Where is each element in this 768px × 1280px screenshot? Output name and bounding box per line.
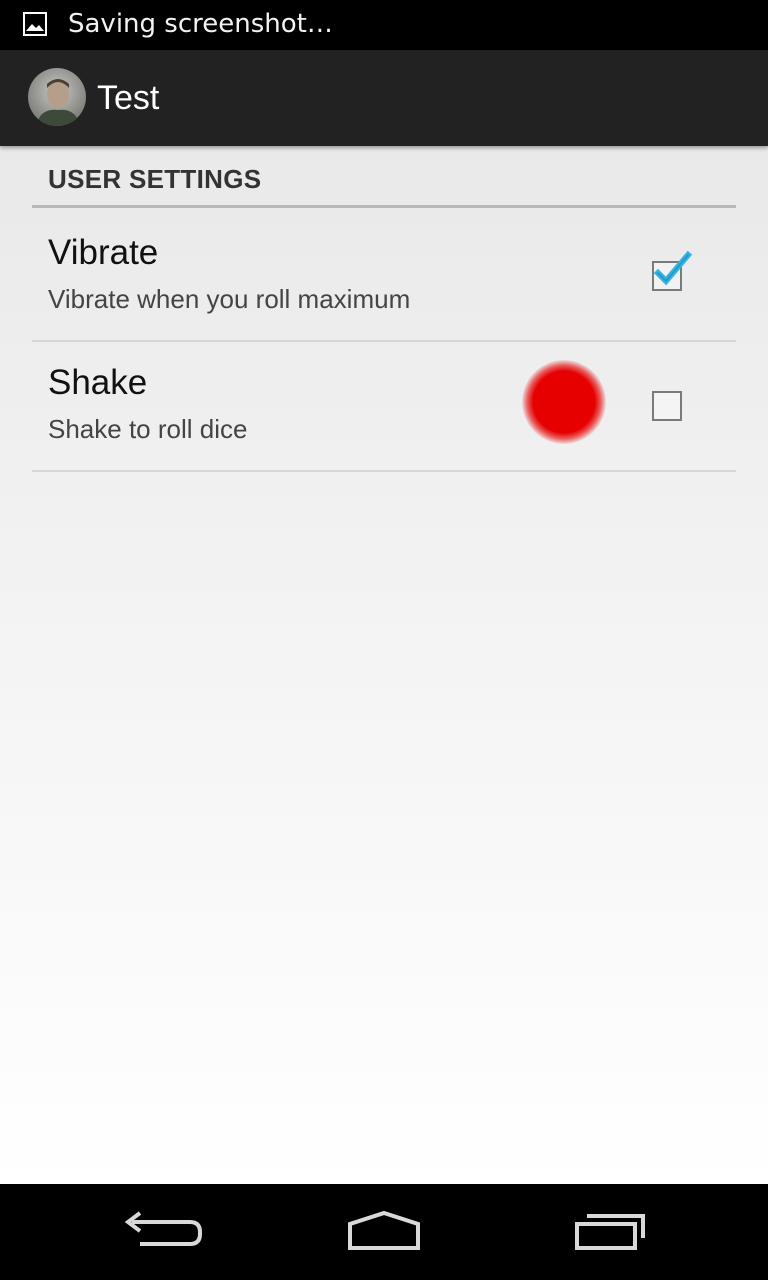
settings-list: USER SETTINGS Vibrate Vibrate when you r…	[0, 146, 768, 1184]
action-bar: Test	[0, 50, 768, 146]
vibrate-checkbox[interactable]	[652, 250, 693, 291]
status-notification-text: Saving screenshot…	[68, 9, 333, 39]
back-icon	[124, 1211, 202, 1246]
app-title: Test	[97, 79, 160, 117]
preference-title: Vibrate	[48, 233, 159, 272]
row-divider	[32, 470, 736, 472]
touch-indicator	[522, 360, 606, 444]
preference-title: Shake	[48, 363, 148, 402]
preference-shake[interactable]: Shake Shake to roll dice	[32, 340, 736, 470]
status-bar: Saving screenshot…	[0, 0, 768, 50]
preference-summary: Vibrate when you roll maximum	[48, 284, 411, 314]
category-header: USER SETTINGS	[48, 164, 262, 194]
avatar[interactable]	[28, 68, 86, 126]
image-icon	[23, 12, 47, 36]
preference-vibrate[interactable]: Vibrate Vibrate when you roll maximum	[32, 210, 736, 340]
checkmark-icon	[653, 250, 693, 286]
back-button[interactable]	[112, 1202, 222, 1262]
recent-apps-button[interactable]	[555, 1202, 665, 1262]
preference-summary: Shake to roll dice	[48, 414, 248, 444]
home-button[interactable]	[329, 1202, 439, 1262]
category-divider	[32, 205, 736, 208]
profile-photo-icon	[28, 68, 86, 126]
navigation-bar	[0, 1184, 768, 1280]
shake-checkbox[interactable]	[652, 391, 682, 421]
recent-apps-icon	[575, 1214, 645, 1250]
home-icon	[348, 1210, 420, 1250]
